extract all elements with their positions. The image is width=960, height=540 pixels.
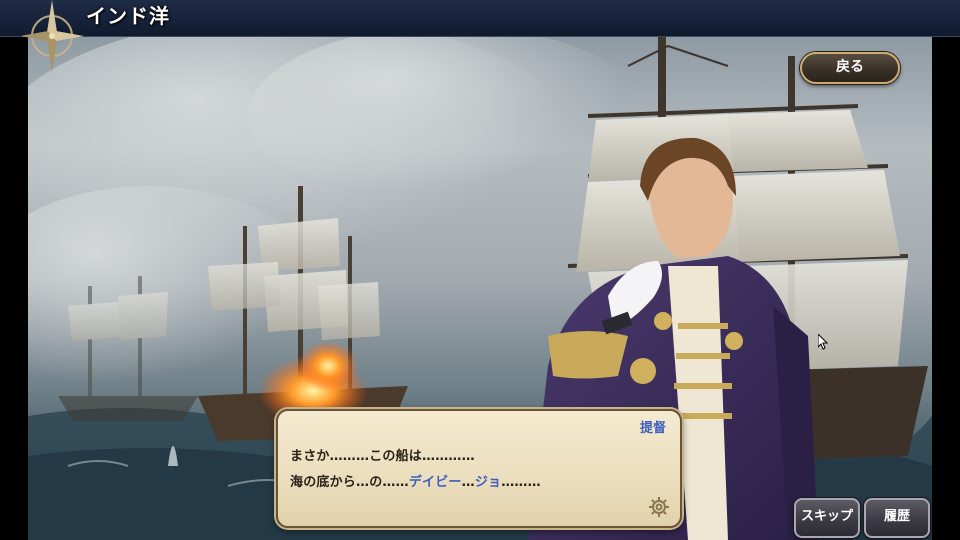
mouse-cursor-icon — [818, 334, 828, 350]
compass-rose-icon — [22, 0, 84, 72]
speaker-name: 提督 — [639, 421, 666, 436]
dialogue-line-2-part2: … — [461, 475, 475, 490]
location-title: インド洋 — [86, 4, 170, 28]
skip-button[interactable]: スキップ — [794, 498, 860, 538]
highlight-name-1: デイビー — [408, 475, 462, 490]
game-screen: インド洋 戻る 提督 まさか………この船は………… 海の底から…の……デイビー…… — [0, 0, 960, 540]
dialogue-box[interactable]: 提督 まさか………この船は………… 海の底から…の……デイビー…ジョ……… — [276, 409, 682, 528]
dialogue-line-1: まさか………この船は………… — [290, 449, 475, 464]
top-header-bar: インド洋 — [0, 0, 960, 37]
dialogue-line-2-part1: 海の底から…の…… — [290, 475, 409, 490]
back-button[interactable]: 戻る — [800, 52, 900, 84]
dialogue-line-2: 海の底から…の……デイビー…ジョ……… — [290, 471, 541, 490]
dialogue-line-2-part3: ……… — [501, 475, 541, 490]
history-button[interactable]: 履歴 — [864, 498, 930, 538]
gear-icon[interactable] — [648, 496, 670, 518]
highlight-name-2: ジョ — [474, 475, 502, 490]
